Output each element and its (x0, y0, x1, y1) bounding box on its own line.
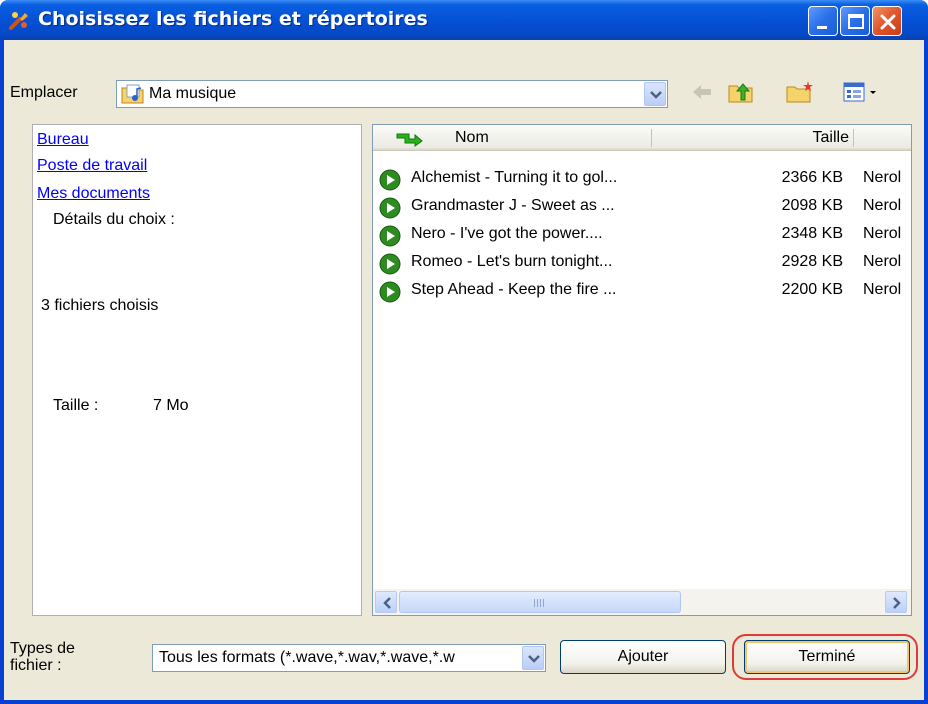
play-circle-icon (379, 281, 401, 308)
location-dropdown[interactable]: Ma musique (116, 80, 668, 108)
filetype-value: Tous les formats (*.wave,*.wav,*.wave,*.… (159, 649, 455, 666)
file-name: Nero - I've got the power.... (411, 225, 603, 242)
column-divider[interactable] (853, 129, 854, 147)
music-folder-icon (121, 83, 145, 110)
play-circle-icon (379, 197, 401, 224)
window-title: Choisissez les fichiers et répertoires (38, 8, 428, 30)
filetype-label-line2: fichier : (10, 657, 62, 674)
column-header-size[interactable]: Taille (781, 129, 849, 147)
new-folder-icon[interactable] (786, 80, 814, 109)
filetype-label: Types de fichier : (10, 640, 75, 674)
title-bar[interactable]: Choisissez les fichiers et répertoires (0, 0, 928, 40)
grip-icon (534, 599, 544, 607)
file-size: 2928 KB (781, 253, 843, 270)
details-heading: Détails du choix : (53, 211, 175, 228)
maximize-button[interactable] (840, 6, 870, 36)
size-label: Taille : (53, 397, 99, 414)
sort-arrow-icon (395, 131, 425, 152)
file-list[interactable]: Nom Taille Alchemist - Turning it to gol… (372, 124, 912, 616)
dialog-window: Choisissez les fichiers et répertoires E… (0, 0, 928, 704)
file-row[interactable]: Romeo - Let's burn tonight... 2928 KB Ne… (373, 251, 911, 275)
filetype-dropdown[interactable]: Tous les formats (*.wave,*.wav,*.wave,*.… (152, 644, 546, 672)
selected-count: 3 fichiers choisis (41, 297, 159, 314)
place-link-bureau[interactable]: Bureau (37, 131, 89, 149)
folder-up-icon[interactable] (728, 80, 754, 109)
places-pane: Bureau Poste de travail Mes documents Dé… (32, 124, 362, 616)
file-type: Nerol (863, 197, 902, 214)
close-button[interactable] (872, 6, 902, 36)
scrollbar-thumb[interactable] (399, 591, 681, 613)
file-name: Step Ahead - Keep the fire ... (411, 281, 617, 298)
place-link-mes-documents[interactable]: Mes documents (37, 185, 150, 203)
file-size: 2098 KB (781, 197, 843, 214)
column-header-name[interactable]: Nom (455, 129, 489, 147)
play-circle-icon (379, 225, 401, 252)
view-menu-icon[interactable] (842, 80, 882, 109)
scroll-left-button[interactable] (375, 591, 397, 613)
minimize-button[interactable] (808, 6, 838, 36)
play-circle-icon (379, 169, 401, 196)
chevron-down-icon[interactable] (644, 82, 666, 106)
location-label: Emplacer (10, 84, 78, 101)
file-row[interactable]: Nero - I've got the power.... 2348 KB Ne… (373, 223, 911, 247)
chevron-down-icon[interactable] (522, 646, 544, 670)
file-name: Alchemist - Turning it to gol... (411, 169, 618, 186)
back-arrow-icon[interactable] (690, 80, 714, 109)
size-value: 7 Mo (153, 397, 189, 414)
file-size: 2200 KB (781, 281, 843, 298)
file-type: Nerol (863, 253, 902, 270)
horizontal-scrollbar[interactable] (373, 589, 911, 615)
file-type: Nerol (863, 169, 902, 186)
file-size: 2348 KB (781, 225, 843, 242)
location-value: Ma musique (149, 85, 237, 102)
file-row[interactable]: Alchemist - Turning it to gol... 2366 KB… (373, 167, 911, 191)
file-type: Nerol (863, 281, 902, 298)
filetype-label-line1: Types de (10, 640, 75, 657)
scroll-right-button[interactable] (885, 591, 907, 613)
column-header-row: Nom Taille (373, 125, 911, 152)
done-button[interactable]: Terminé (744, 640, 910, 674)
file-name: Romeo - Let's burn tonight... (411, 253, 613, 270)
file-row[interactable]: Step Ahead - Keep the fire ... 2200 KB N… (373, 279, 911, 303)
file-row[interactable]: Grandmaster J - Sweet as ... 2098 KB Ner… (373, 195, 911, 219)
wrench-app-icon (8, 9, 30, 31)
file-type: Nerol (863, 225, 902, 242)
place-link-poste-de-travail[interactable]: Poste de travail (37, 157, 147, 175)
file-size: 2366 KB (781, 169, 843, 186)
play-circle-icon (379, 253, 401, 280)
file-name: Grandmaster J - Sweet as ... (411, 197, 615, 214)
add-button[interactable]: Ajouter (560, 640, 726, 674)
column-divider[interactable] (651, 129, 652, 147)
